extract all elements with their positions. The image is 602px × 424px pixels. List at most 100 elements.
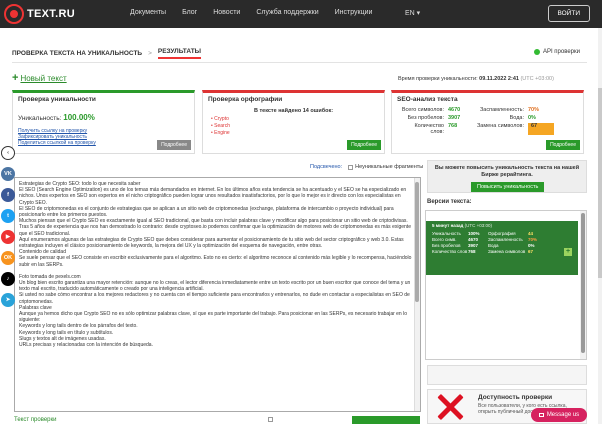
logo-text: TEXT.RU [27,8,75,20]
versions-list: 5 минут назад (UTC +03:00) Уникальность 1… [425,210,587,360]
nav-blog[interactable]: Блог [182,9,197,16]
text-line: El SEO (Search Engine Optimization) es u… [19,187,407,206]
compare-plus-icon[interactable]: + [564,248,572,256]
seo-words-value: 768 [448,123,458,129]
seo-nospace-label: Без пробелов: [407,115,444,121]
text-line: Muchos piensan que el Crypto SEO es exac… [19,218,411,237]
uniqueness-row: Уникальность: 100.00% [18,113,194,122]
seo-replace-value: 67 [528,123,554,135]
nonunique-label[interactable]: Неуникальные фрагменты [355,164,423,170]
rewrite-promo: Вы можете повысить уникальность текста н… [427,160,587,193]
seo-total-label: Всего символов: [401,107,444,113]
access-title: Доступность проверки [478,394,553,401]
seo-more-button[interactable]: Подробнее [546,140,580,150]
text-line: Si usted no sabe cómo encontrar a los me… [19,292,410,305]
text-line: El SEO de criptomonedas es el conjunto d… [19,205,394,219]
envelope-icon [538,413,544,417]
twitter-icon[interactable]: t [1,209,15,223]
spelling-error[interactable]: • Search [211,123,384,130]
gear-icon [533,49,540,55]
api-link-label: API проверки [542,49,580,55]
nav-instructions[interactable]: Инструкции [335,9,373,16]
nav-documents[interactable]: Документы [130,9,166,16]
version-card[interactable]: 5 минут назад (UTC +03:00) Уникальность 1… [426,221,578,275]
text-line: Se suele pensar que el SEO consiste en e… [19,255,412,268]
uniqueness-value: 100.00% [63,113,95,122]
check-time-value: 09.11.2022 2:41 [479,76,519,82]
seo-grid: Всего символов: 4670 Заспамленность: 70%… [400,107,583,135]
seo-total-value: 4670 [448,107,461,113]
seo-water-value: 0% [528,115,536,121]
seo-words-label: Количество слов: [414,123,444,135]
message-us-button[interactable]: Message us [531,408,587,422]
ad-banner [427,365,587,385]
logo-icon [4,4,24,24]
share-sidebar: ‹ VK f t ▶ OK ♪ ➤ [0,146,16,314]
breadcrumb-separator: > [148,50,152,57]
api-link[interactable]: API проверки [533,49,580,55]
text-scrollbar[interactable] [414,178,420,411]
nav-news[interactable]: Новости [213,9,240,16]
breadcrumb-check[interactable]: ПРОВЕРКА ТЕКСТА НА УНИКАЛЬНОСТЬ [12,50,142,57]
seo-title: SEO-анализ текста [397,96,458,103]
facebook-icon[interactable]: f [1,188,15,202]
uniqueness-more-button[interactable]: Подробнее [157,140,191,150]
breadcrumb-results: РЕЗУЛЬТАТЫ [157,48,202,59]
spelling-panel: Проверка орфографии В тексте найдено 14 … [202,90,385,154]
nav-support[interactable]: Служба поддержки [256,9,318,16]
rewrite-text: Вы можете повысить уникальность текста н… [434,165,580,178]
tiktok-icon[interactable]: ♪ [1,272,15,286]
text-line: Aquí enumeramos algunas de las estrategi… [19,236,404,250]
bottom-section-label: Текст проверки [14,417,57,423]
version-time: 5 минут назад (UTC +03:00) [432,223,493,228]
new-text-link[interactable]: + Новый текст [12,72,67,84]
version-grid: Уникальность 100% Орфография 44 Всего симв… [432,231,538,254]
text-line: Un blog bien escrito garantiza una mayor… [19,280,411,293]
plus-icon: + [12,72,19,84]
odnoklassniki-icon[interactable]: OK [1,251,15,265]
bottom-checkbox[interactable] [268,417,275,422]
seo-spam-value: 70% [528,107,540,113]
main-nav: Документы Блог Новости Служба поддержки … [130,9,388,16]
check-time-tz: (UTC +03:00) [520,76,554,82]
seo-nospace-value: 3907 [448,115,461,121]
uniqueness-title: Проверка уникальности [18,96,96,103]
versions-title: Версии текста: [427,199,472,205]
fragments-bar: Подсвечено: Неуникальные фрагменты [310,164,423,170]
language-switch[interactable]: EN ▾ [405,9,420,17]
telegram-icon[interactable]: ➤ [1,293,15,307]
share-toggle-icon[interactable]: ‹ [1,146,15,160]
spelling-error[interactable]: • Engine [211,130,384,137]
bottom-action-button[interactable] [352,416,420,424]
uniqueness-label: Уникальность: [18,115,62,122]
page-scrollbar[interactable] [598,28,602,424]
vk-icon[interactable]: VK [1,167,15,181]
logo[interactable]: TEXT.RU [4,4,75,24]
seo-water-label: Вода: [509,115,524,121]
uniqueness-panel: Проверка уникальности Уникальность: 100.… [12,90,195,154]
login-button[interactable]: ВОЙТИ [547,5,590,22]
check-time-label: Время проверки уникальности: [398,76,478,82]
spelling-errors: • Crypto • Search • Engine [203,116,384,137]
text-line: Aunque ya hemos dicho que Crypto SEO no … [19,311,407,324]
seo-panel: SEO-анализ текста Всего символов: 4670 З… [391,90,584,154]
spelling-subtitle: В тексте найдено 14 ошибок: [253,108,334,114]
spelling-title: Проверка орфографии [208,96,283,103]
check-time: Время проверки уникальности: 09.11.2022 … [398,76,554,82]
spelling-more-button[interactable]: Подробнее [347,140,381,150]
spelling-error[interactable]: • Crypto [211,116,384,123]
message-us-label: Message us [546,412,580,418]
text-line: URLs precisas y relacionadas con la inte… [19,342,153,349]
nonunique-checkbox[interactable] [348,164,354,170]
breadcrumb: ПРОВЕРКА ТЕКСТА НА УНИКАЛЬНОСТЬ > РЕЗУЛЬ… [12,48,202,59]
increase-uniqueness-button[interactable]: Повысить уникальность [471,182,545,192]
seo-spam-label: Заспамленность: [479,107,524,113]
checked-text-area[interactable]: Estrategias de Crypto SEO: todo lo que n… [14,177,421,412]
highlight-label: Подсвечено: [310,164,343,170]
new-text-label: Новый текст [20,73,67,83]
youtube-icon[interactable]: ▶ [1,230,15,244]
seo-replace-label: Замена символов: [476,123,524,129]
versions-scrollbar[interactable] [580,211,586,359]
top-bar: TEXT.RU Документы Блог Новости Служба по… [0,0,602,28]
close-x-icon [436,393,464,421]
